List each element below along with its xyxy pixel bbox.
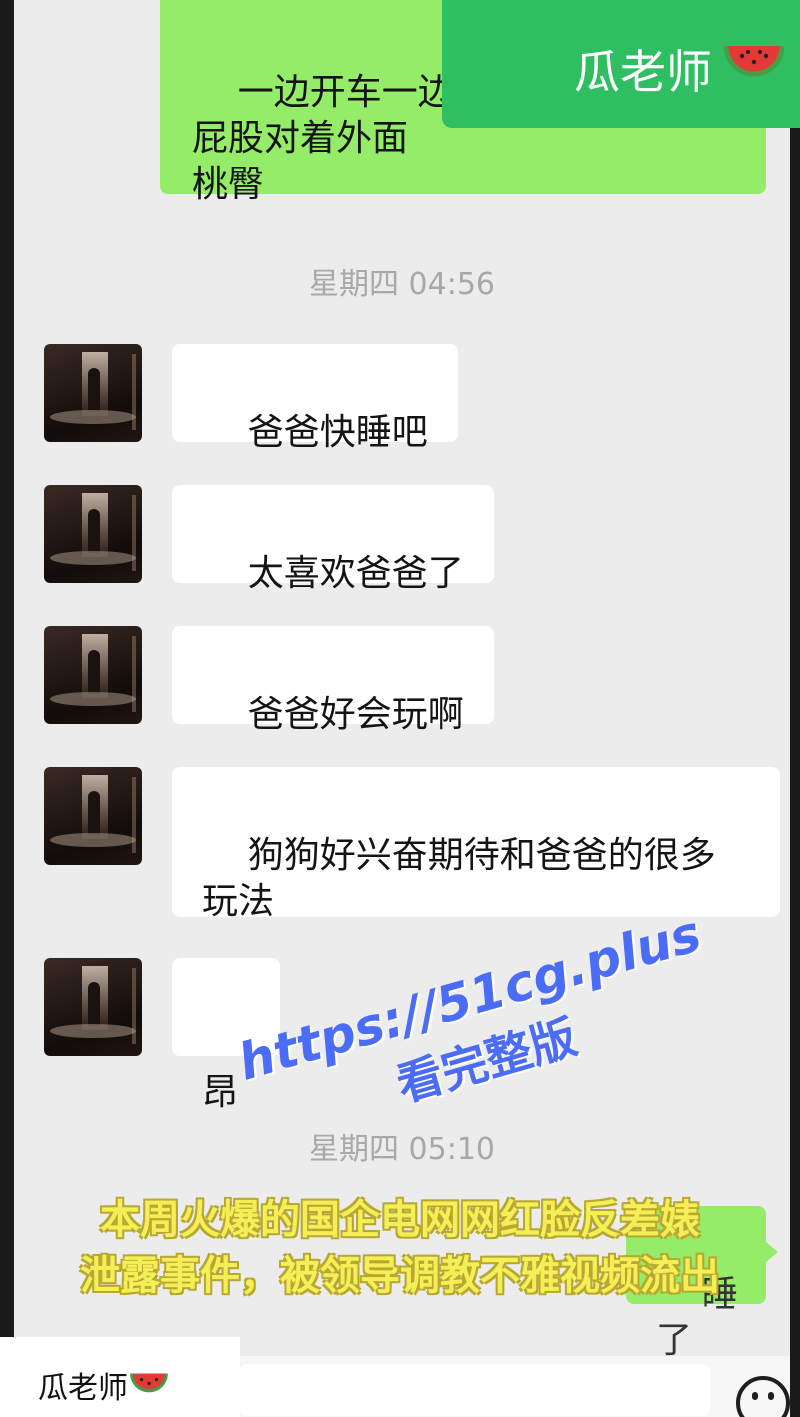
contact-avatar[interactable]	[44, 767, 142, 865]
outgoing-message-text: 一边开车一边 屁股对着外面 桃臀	[192, 72, 454, 205]
emoji-smile-icon	[740, 1380, 786, 1417]
message-input[interactable]	[240, 1364, 710, 1416]
incoming-message-bubble: 爸爸快睡吧	[172, 344, 458, 453]
bottom-label-text: 瓜老师	[38, 1371, 128, 1406]
incoming-message-bubble: 狗狗好兴奋期待和爸爸的很多 玩法	[172, 767, 780, 922]
contact-avatar[interactable]	[44, 344, 142, 442]
promo-caption-line: 泄露事件，被领导调教不雅视频流出	[80, 1253, 720, 1299]
contact-avatar[interactable]	[44, 958, 142, 1056]
timestamp: 星期四 04:56	[309, 267, 495, 302]
message-text: 狗狗好兴奋期待和爸爸的很多 玩法	[202, 835, 716, 922]
bottom-watermark-label: 瓜老师	[0, 1337, 240, 1417]
watermelon-icon	[130, 1373, 168, 1393]
promo-caption-line: 本周火爆的国企电网网红脸反差婊	[100, 1197, 700, 1243]
watermark-badge: 瓜老师	[442, 0, 800, 128]
watermelon-icon	[724, 45, 784, 77]
incoming-message-bubble: 太喜欢爸爸了	[172, 485, 494, 594]
contact-avatar[interactable]	[44, 485, 142, 583]
timestamp: 星期四 05:10	[309, 1132, 495, 1167]
message-text: 爸爸好会玩啊	[247, 694, 464, 735]
contact-avatar[interactable]	[44, 626, 142, 724]
message-text: 太喜欢爸爸了	[247, 553, 464, 594]
incoming-message-bubble: 爸爸好会玩啊	[172, 626, 494, 735]
promo-caption: 本周火爆的国企电网网红脸反差婊 泄露事件，被领导调教不雅视频流出	[0, 1192, 800, 1304]
emoji-button[interactable]	[736, 1376, 790, 1417]
watermark-label: 瓜老师	[574, 45, 712, 99]
message-text: 爸爸快睡吧	[247, 412, 428, 453]
message-text: 昂	[202, 1072, 239, 1113]
